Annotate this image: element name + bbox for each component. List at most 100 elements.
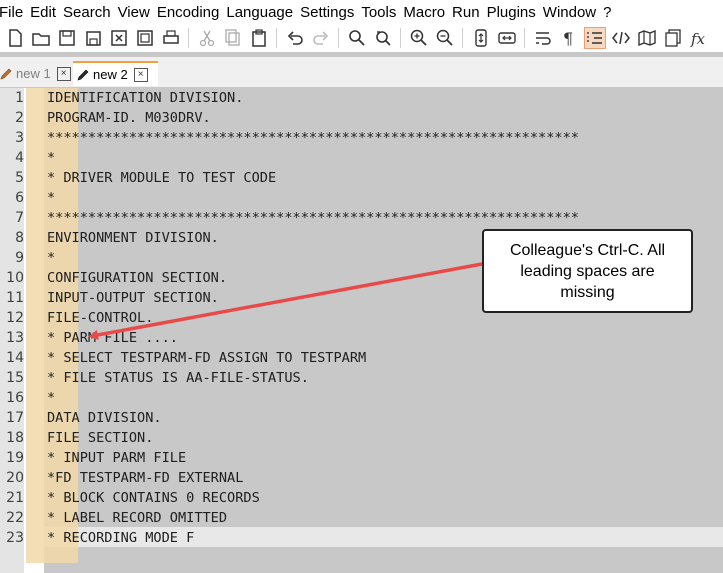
code-line[interactable]: 15 * FILE STATUS IS AA-FILE-STATUS. [0,368,723,388]
code-line[interactable]: 16 * [0,388,723,408]
line-text[interactable]: ****************************************… [47,128,579,148]
menu-plugins[interactable]: Plugins [487,4,543,21]
pencil-icon [0,68,12,79]
line-text[interactable]: * INPUT PARM FILE [47,448,186,468]
code-line[interactable]: 21 * BLOCK CONTAINS 0 RECORDS [0,488,723,508]
sync-horizontal-icon[interactable] [496,27,518,49]
line-text[interactable]: IDENTIFICATION DIVISION. [47,88,243,108]
line-text[interactable]: * [47,188,55,208]
editor-area[interactable]: 1 IDENTIFICATION DIVISION. 2 PROGRAM-ID. M0… [0,88,723,573]
tab-new-2[interactable]: new 2 × [73,61,158,86]
line-text[interactable]: * LABEL RECORD OMITTED [47,508,227,528]
close-all-icon[interactable] [134,27,156,49]
line-text[interactable]: CONFIGURATION SECTION. [47,268,227,288]
code-line[interactable]: 5 * DRIVER MODULE TO TEST CODE [0,168,723,188]
annotation-text: Colleague's Ctrl-C. All leading spaces a… [509,241,666,301]
menu-edit[interactable]: Edit [30,4,63,21]
undo-icon[interactable] [284,27,306,49]
line-number: 13 [6,330,24,346]
code-line[interactable]: 18 FILE SECTION. [0,428,723,448]
tab-bar: new 1 × new 2 × [0,57,723,88]
code-line[interactable]: 22 * LABEL RECORD OMITTED [0,508,723,528]
line-text[interactable]: FILE-CONTROL. [47,308,153,328]
line-number: 3 [15,130,24,146]
code-line[interactable]: 20 *FD TESTPARM-FD EXTERNAL [0,468,723,488]
menu-language[interactable]: Language [226,4,300,21]
line-text[interactable]: * DRIVER MODULE TO TEST CODE [47,168,276,188]
line-text[interactable]: * RECORDING MODE F [47,528,194,548]
menu-run[interactable]: Run [452,4,487,21]
xml-tags-icon[interactable] [610,27,632,49]
save-all-icon[interactable] [82,27,104,49]
line-number: 4 [15,150,24,166]
tab-new-1[interactable]: new 1 × [0,61,72,86]
document-map-icon[interactable] [636,27,658,49]
menu-window[interactable]: Window [543,4,603,21]
line-text[interactable]: * FILE STATUS IS AA-FILE-STATUS. [47,368,309,388]
line-text[interactable]: DATA DIVISION. [47,408,162,428]
cut-icon[interactable] [196,27,218,49]
line-number: 6 [15,190,24,206]
sync-vertical-icon[interactable] [470,27,492,49]
show-all-chars-icon[interactable]: ¶ [558,27,580,49]
line-text[interactable]: FILE SECTION. [47,428,153,448]
tab-label: new 1 [16,66,51,81]
indent-guide-icon[interactable] [584,27,606,49]
close-tab-icon[interactable]: × [133,67,148,82]
line-number: 19 [6,450,24,466]
line-text[interactable]: ENVIRONMENT DIVISION. [47,228,219,248]
find-icon[interactable] [346,27,368,49]
code-line[interactable]: 14 * SELECT TESTPARM-FD ASSIGN TO TESTPAR… [0,348,723,368]
menu-settings[interactable]: Settings [300,4,361,21]
code-line[interactable]: 19 * INPUT PARM FILE [0,448,723,468]
word-wrap-icon[interactable] [532,27,554,49]
code-line[interactable]: 13 * PARM FILE .... [0,328,723,348]
paste-icon[interactable] [248,27,270,49]
menu-file[interactable]: File [0,4,30,21]
line-text[interactable]: PROGRAM-ID. M030DRV. [47,108,211,128]
line-number: 11 [6,290,24,306]
menu-search[interactable]: Search [63,4,118,21]
save-icon[interactable] [56,27,78,49]
menu-encoding[interactable]: Encoding [157,4,227,21]
line-number: 8 [15,230,24,246]
menu-view[interactable]: View [118,4,157,21]
code-line[interactable]: 6 * [0,188,723,208]
code-line[interactable]: 3 ***************************************… [0,128,723,148]
line-number: 2 [15,110,24,126]
code-line[interactable]: 1 IDENTIFICATION DIVISION. [0,88,723,108]
code-line[interactable]: 17 DATA DIVISION. [0,408,723,428]
line-number: 22 [6,510,24,526]
line-text[interactable]: ****************************************… [47,208,579,228]
line-text[interactable]: * [47,148,55,168]
document-list-icon[interactable] [662,27,684,49]
toolbar-separator [524,28,525,48]
copy-icon[interactable] [222,27,244,49]
print-icon[interactable] [160,27,182,49]
line-number: 17 [6,410,24,426]
function-list-icon[interactable]: fx [688,27,710,49]
line-text[interactable]: INPUT-OUTPUT SECTION. [47,288,219,308]
new-file-icon[interactable] [4,27,26,49]
menu-help[interactable]: ? [603,4,618,21]
line-text[interactable]: * BLOCK CONTAINS 0 RECORDS [47,488,260,508]
menu-tools[interactable]: Tools [361,4,403,21]
line-text[interactable]: * SELECT TESTPARM-FD ASSIGN TO TESTPARM [47,348,366,368]
zoom-in-icon[interactable] [408,27,430,49]
close-icon[interactable] [108,27,130,49]
code-line[interactable]: 4 * [0,148,723,168]
menu-macro[interactable]: Macro [403,4,452,21]
zoom-out-icon[interactable] [434,27,456,49]
open-file-icon[interactable] [30,27,52,49]
code-line[interactable]: 2 PROGRAM-ID. M030DRV. [0,108,723,128]
code-line[interactable]: 7 ***************************************… [0,208,723,228]
line-text[interactable]: *FD TESTPARM-FD EXTERNAL [47,468,243,488]
line-text[interactable]: * PARM FILE .... [47,328,178,348]
close-tab-icon[interactable]: × [56,66,71,81]
redo-icon[interactable] [310,27,332,49]
toolbar-separator [462,28,463,48]
line-text[interactable]: * [47,388,55,408]
replace-icon[interactable] [372,27,394,49]
code-line[interactable]: 23 * RECORDING MODE F [0,528,723,548]
line-text[interactable]: * [47,248,55,268]
